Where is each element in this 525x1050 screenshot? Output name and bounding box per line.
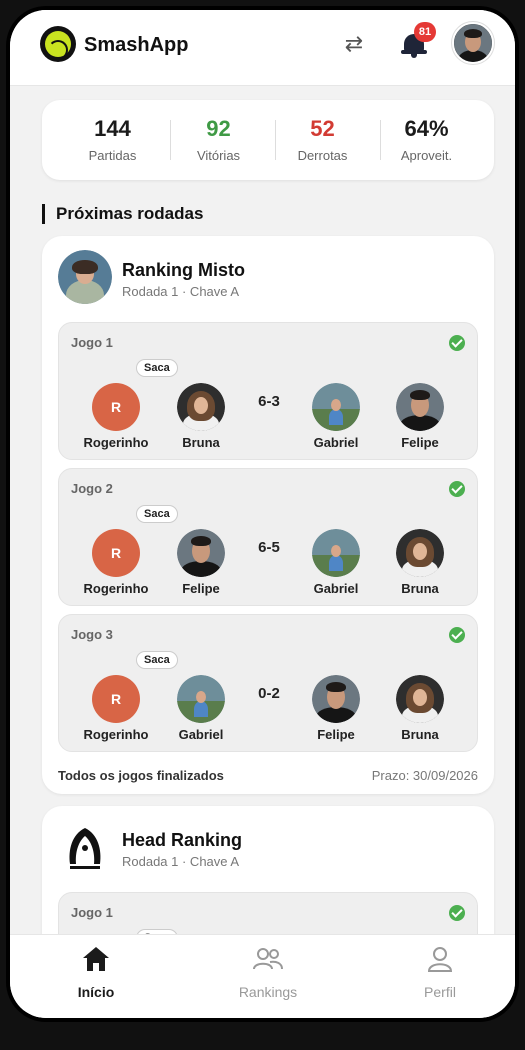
player: R Rogerinho (71, 383, 161, 450)
stat-value: 64% (404, 116, 449, 141)
player-name: Felipe (401, 435, 439, 450)
player-initial-avatar: R (92, 675, 140, 723)
game-item[interactable]: Jogo 3 Saca R Rogerinho Gabriel 0-2 Feli… (58, 614, 478, 752)
home-icon (83, 947, 109, 971)
nav-item-inicio[interactable]: Início (46, 945, 146, 1000)
player-name: Bruna (182, 435, 220, 450)
ranking-logo (58, 820, 112, 874)
serve-badge: Saca (136, 359, 178, 377)
bottom-navigation: Início Rankings Perfil (10, 934, 515, 1018)
stat-label: Aproveit. (400, 148, 453, 163)
stats-card: 144 Partidas 92 Vitórias 52 Derrotas 64%… (42, 100, 494, 180)
player-avatar (177, 383, 225, 431)
people-icon (253, 948, 283, 970)
player-name: Felipe (317, 727, 355, 742)
stat-label: Partidas (88, 148, 137, 163)
player: Bruna (375, 675, 465, 742)
card-title: Ranking Misto (122, 260, 246, 280)
check-icon (449, 335, 465, 351)
player-avatar (312, 383, 360, 431)
player: Gabriel (291, 383, 381, 450)
player-avatar (396, 383, 444, 431)
nav-label: Início (77, 984, 115, 1000)
app-logo-icon (40, 26, 76, 62)
player-name: Rogerinho (83, 435, 149, 450)
player-avatar (312, 675, 360, 723)
player-avatar (177, 529, 225, 577)
top-app-bar: SmashApp ⇄ 81 (10, 10, 515, 86)
app-screen: SmashApp ⇄ 81 144 Partidas 92 Vitórias 5… (10, 10, 515, 1018)
section-title: Próximas rodadas (42, 204, 203, 224)
game-item[interactable]: Jogo 1 Saca R Rogerinho Bruna 6-3 Gabrie… (58, 322, 478, 460)
stat-partidas: 144 Partidas (60, 100, 165, 180)
nav-label: Rankings (238, 984, 298, 1000)
player: R Rogerinho (71, 675, 161, 742)
player-initial-avatar: R (92, 529, 140, 577)
match-score: 6-3 (258, 393, 280, 410)
player: Felipe (291, 675, 381, 742)
ranking-avatar (58, 250, 112, 304)
game-label: Jogo 2 (71, 481, 113, 496)
stat-value: 52 (310, 116, 335, 141)
card-subtitle: Rodada 1 · Chave A (122, 854, 240, 869)
app-name: SmashApp (84, 34, 189, 56)
stat-value: 144 (94, 116, 131, 141)
player-initial-avatar: R (92, 383, 140, 431)
serve-badge: Saca (136, 651, 178, 669)
player: Bruna (375, 529, 465, 596)
player-name: Gabriel (313, 435, 359, 450)
player-name: Bruna (401, 581, 439, 596)
player-avatar (312, 529, 360, 577)
player: Gabriel (156, 675, 246, 742)
profile-avatar[interactable] (452, 22, 494, 64)
nav-item-rankings[interactable]: Rankings (218, 945, 318, 1000)
switch-icon[interactable]: ⇄ (340, 30, 368, 58)
player-name: Gabriel (178, 727, 224, 742)
game-label: Jogo 1 (71, 335, 113, 350)
player-name: Rogerinho (83, 581, 149, 596)
stat-label: Derrotas (297, 148, 348, 163)
player-name: Gabriel (313, 581, 359, 596)
head-logo-icon (69, 828, 101, 869)
game-label: Jogo 3 (71, 627, 113, 642)
player: Felipe (375, 383, 465, 450)
player-avatar (396, 529, 444, 577)
device-frame: SmashApp ⇄ 81 144 Partidas 92 Vitórias 5… (6, 6, 519, 1022)
player-name: Felipe (182, 581, 220, 596)
user-icon (427, 947, 453, 972)
player: Gabriel (291, 529, 381, 596)
match-score: 6-5 (258, 539, 280, 556)
player-avatar (177, 675, 225, 723)
player: Felipe (156, 529, 246, 596)
card-subtitle: Rodada 1 · Chave A (122, 284, 240, 299)
round-card-ranking-misto[interactable]: Ranking Misto Rodada 1 · Chave A Jogo 1 … (42, 236, 494, 794)
nav-item-perfil[interactable]: Perfil (390, 945, 490, 1000)
match-score: 0-2 (258, 685, 280, 702)
notification-badge: 81 (414, 22, 436, 42)
stat-vitorias: 92 Vitórias (166, 100, 271, 180)
round-status: Todos os jogos finalizados (58, 768, 224, 783)
card-title: Head Ranking (122, 830, 243, 850)
check-icon (449, 905, 465, 921)
serve-badge: Saca (136, 505, 178, 523)
check-icon (449, 481, 465, 497)
nav-label: Perfil (424, 984, 456, 1000)
game-label: Jogo 1 (71, 905, 113, 920)
player-name: Bruna (401, 727, 439, 742)
round-deadline: Prazo: 30/09/2026 (371, 768, 478, 783)
stat-value: 92 (206, 116, 231, 141)
player-name: Rogerinho (83, 727, 149, 742)
stat-label: Vitórias (196, 148, 241, 163)
game-item[interactable]: Jogo 2 Saca R Rogerinho Felipe 6-5 Gabri… (58, 468, 478, 606)
player: Bruna (156, 383, 246, 450)
stat-aproveitamento: 64% Aproveit. (374, 100, 479, 180)
check-icon (449, 627, 465, 643)
stat-derrotas: 52 Derrotas (270, 100, 375, 180)
player-avatar (396, 675, 444, 723)
player: R Rogerinho (71, 529, 161, 596)
